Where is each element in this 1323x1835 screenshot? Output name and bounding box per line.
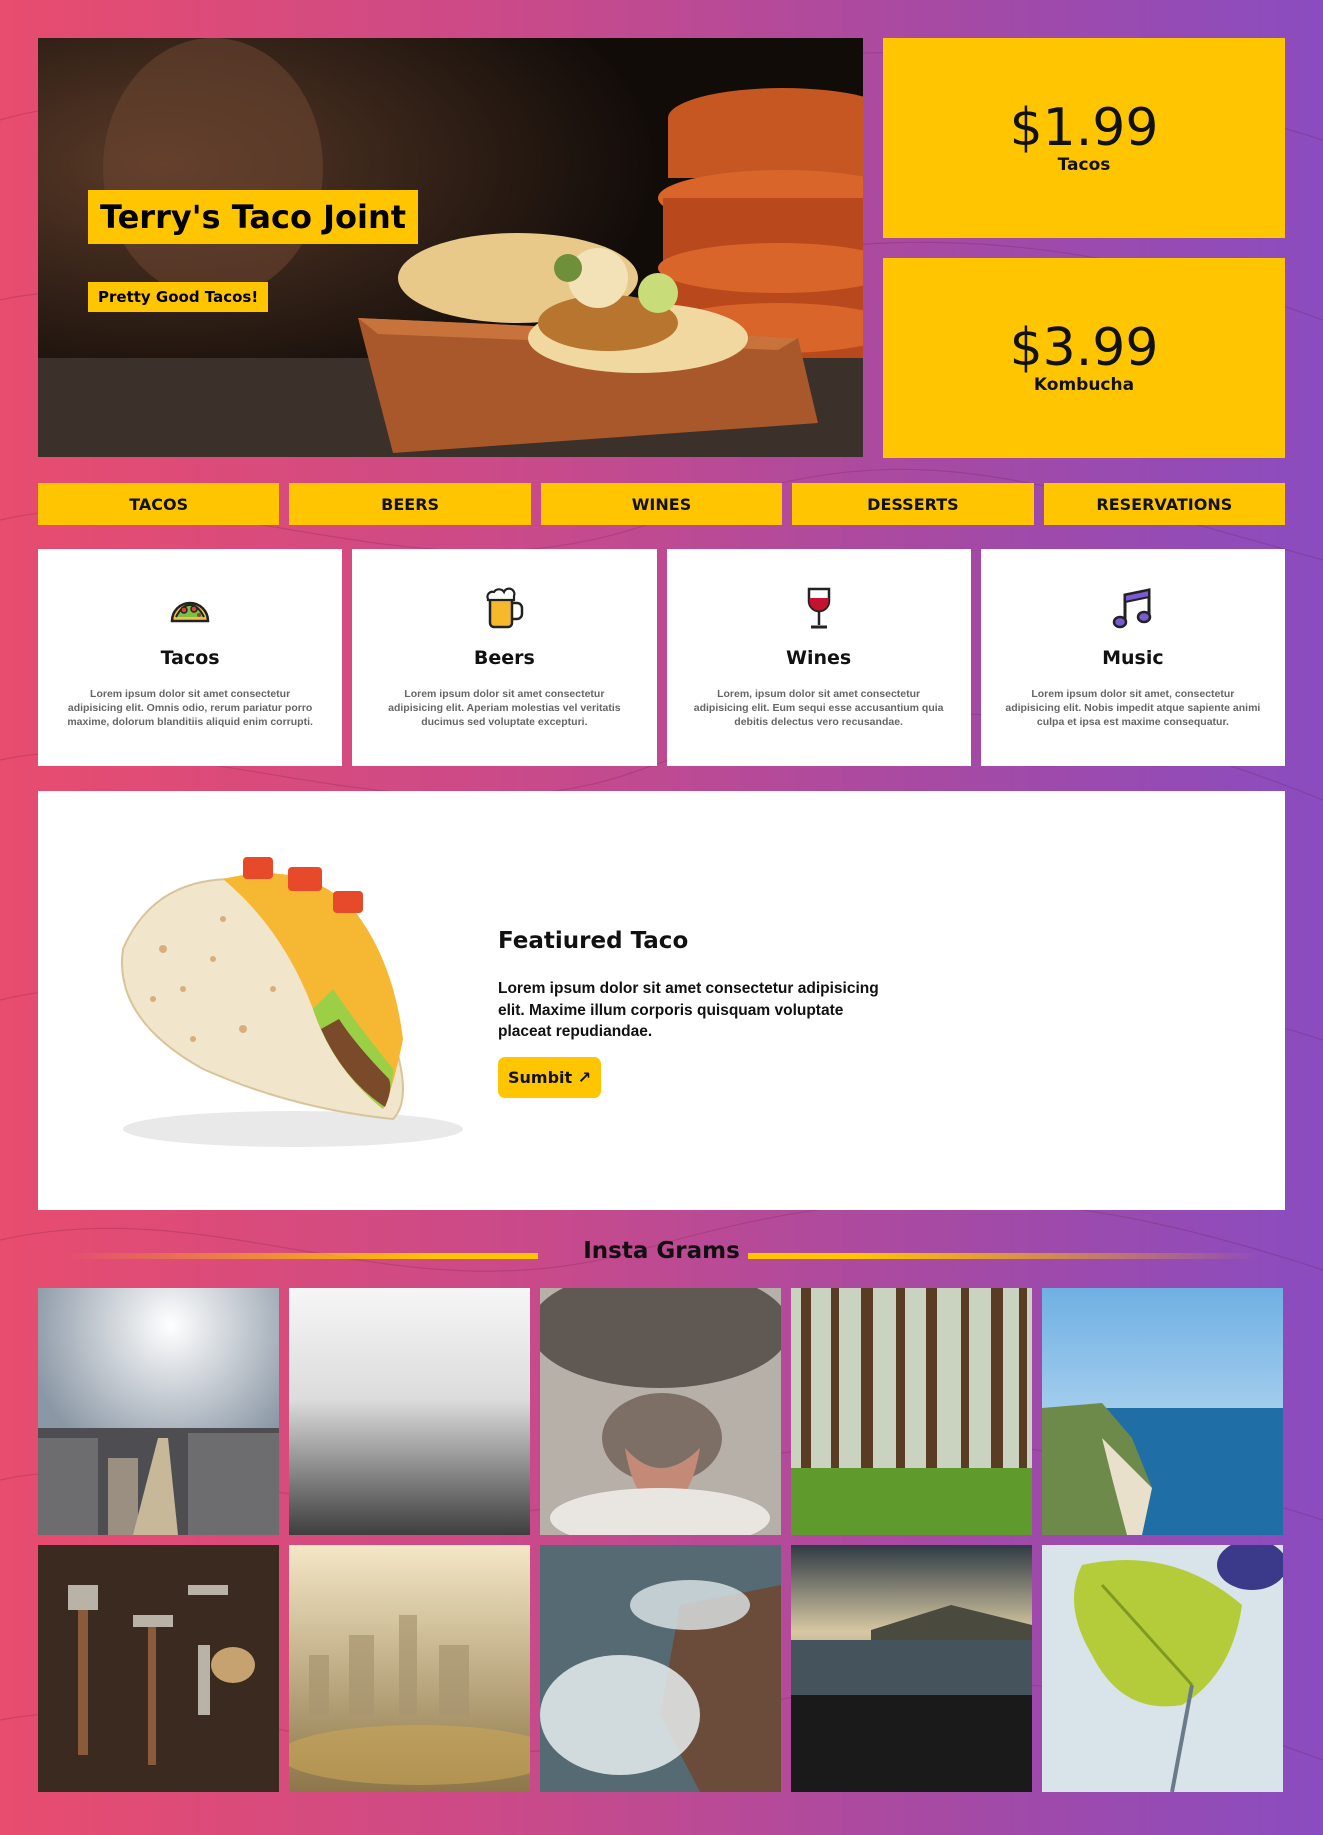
price-card-kombucha: $3.99 Kombucha: [883, 258, 1285, 458]
insta-photo-city-sun[interactable]: [38, 1288, 279, 1535]
featured-taco-image: [121, 857, 463, 1147]
feature-text: Lorem ipsum dolor sit amet consectetur a…: [388, 688, 621, 729]
feature-cards: Tacos Lorem ipsum dolor sit amet consect…: [38, 549, 1285, 766]
feature-card-beers: Beers Lorem ipsum dolor sit amet consect…: [352, 549, 657, 766]
feature-card-music: Music Lorem ipsum dolor sit amet, consec…: [980, 549, 1285, 766]
price-amount: $3.99: [1009, 317, 1159, 378]
feature-text: Lorem ipsum dolor sit amet consectetur a…: [67, 688, 313, 729]
feature-text: Lorem ipsum dolor sit amet, consectetur …: [1005, 688, 1261, 729]
site-tagline: Pretty Good Tacos!: [88, 282, 269, 312]
feature-title: Tacos: [160, 647, 220, 669]
feature-text: Lorem, ipsum dolor sit amet consectetur …: [693, 688, 944, 729]
featured-description: Lorem ipsum dolor sit amet consectetur a…: [498, 980, 879, 1041]
feature-title: Music: [1102, 647, 1164, 669]
insta-photo-hazy-city[interactable]: [289, 1545, 530, 1792]
nav-reservations[interactable]: RESERVATIONS: [1043, 483, 1286, 525]
nav-desserts[interactable]: DESSERTS: [792, 483, 1034, 525]
price-card-tacos: $1.99 Tacos: [883, 38, 1285, 238]
insta-grid: [38, 1288, 1285, 1792]
submit-button[interactable]: Sumbit ↗: [498, 1057, 602, 1098]
featured-title: Featiured Taco: [498, 928, 689, 954]
feature-title: Wines: [786, 647, 852, 669]
nav-beers[interactable]: BEERS: [289, 483, 531, 525]
beer-icon: [486, 587, 524, 629]
insta-photo-beach-dusk[interactable]: [791, 1545, 1032, 1792]
featured-taco-section: Featiured Taco Lorem ipsum dolor sit ame…: [38, 791, 1285, 1210]
wine-icon: [807, 587, 830, 629]
insta-photo-cat-nose[interactable]: [540, 1288, 781, 1535]
nav-wines[interactable]: WINES: [540, 483, 783, 525]
nav-tacos[interactable]: TACOS: [38, 483, 280, 525]
insta-title: Insta Grams: [583, 1238, 740, 1264]
price-amount: $1.99: [1009, 97, 1159, 158]
taco-icon: [170, 601, 210, 623]
feature-title: Beers: [473, 647, 535, 669]
insta-header: Insta Grams: [38, 1234, 1285, 1274]
feature-card-wines: Wines Lorem, ipsum dolor sit amet consec…: [666, 549, 971, 766]
insta-photo-forest[interactable]: [791, 1288, 1032, 1535]
insta-photo-tools[interactable]: [38, 1545, 279, 1792]
hero-taco-photo: [38, 38, 863, 457]
hero-banner: Terry's Taco Joint Pretty Good Tacos!: [38, 38, 863, 457]
insta-photo-coast[interactable]: [1042, 1288, 1283, 1535]
site-title: Terry's Taco Joint: [88, 190, 419, 244]
insta-photo-foggy-sea[interactable]: [289, 1288, 530, 1535]
price-label: Tacos: [1057, 155, 1111, 176]
main-nav: TACOS BEERS WINES DESSERTS RESERVATIONS: [38, 483, 1286, 525]
price-label: Kombucha: [1033, 375, 1135, 396]
music-icon: [1112, 588, 1152, 629]
insta-photo-leaf[interactable]: [1042, 1545, 1283, 1792]
insta-photo-waves-rocks[interactable]: [540, 1545, 781, 1792]
feature-card-tacos: Tacos Lorem ipsum dolor sit amet consect…: [38, 549, 343, 766]
